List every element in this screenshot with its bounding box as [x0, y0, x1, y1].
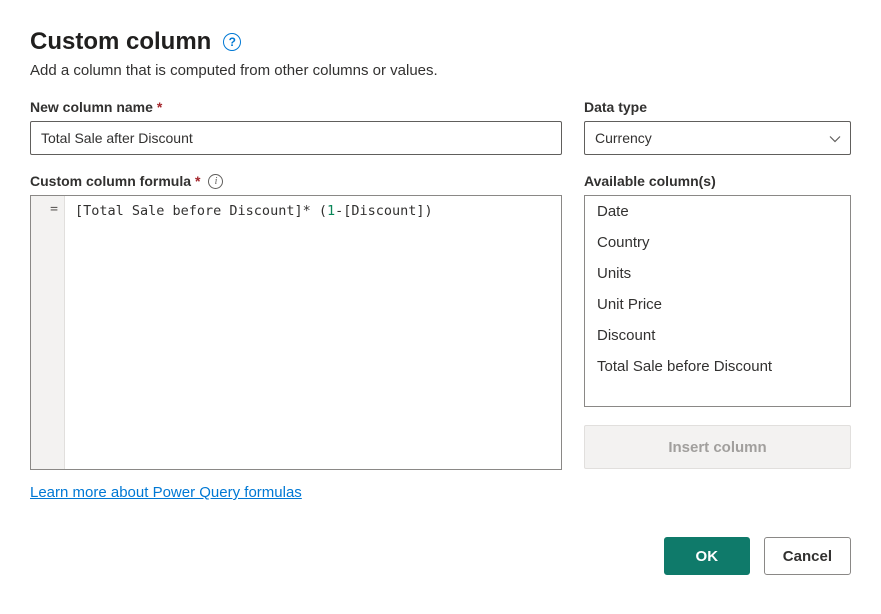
formula-text[interactable]: [Total Sale before Discount]* (1-[Discou…	[65, 196, 561, 469]
column-name-input[interactable]	[30, 121, 562, 155]
available-columns-list[interactable]: Date Country Units Unit Price Discount T…	[584, 195, 851, 407]
learn-more-link[interactable]: Learn more about Power Query formulas	[30, 484, 302, 501]
list-item[interactable]: Units	[585, 258, 850, 289]
list-item[interactable]: Discount	[585, 320, 850, 351]
required-asterisk: *	[195, 173, 200, 189]
list-item[interactable]: Total Sale before Discount	[585, 351, 850, 382]
column-name-label: New column name *	[30, 99, 562, 115]
list-item[interactable]: Date	[585, 196, 850, 227]
required-asterisk: *	[157, 99, 162, 115]
data-type-label: Data type	[584, 99, 851, 115]
formula-gutter: =	[31, 196, 65, 469]
info-icon[interactable]: i	[208, 174, 223, 189]
available-columns-label: Available column(s)	[584, 173, 851, 189]
formula-label: Custom column formula *	[30, 173, 200, 189]
dialog-subtitle: Add a column that is computed from other…	[30, 62, 851, 79]
help-icon[interactable]: ?	[223, 33, 241, 51]
data-type-select[interactable]: Currency	[584, 121, 851, 155]
formula-editor[interactable]: = [Total Sale before Discount]* (1-[Disc…	[30, 195, 562, 470]
ok-button[interactable]: OK	[664, 537, 750, 575]
dialog-title: Custom column	[30, 28, 211, 56]
list-item[interactable]: Country	[585, 227, 850, 258]
list-item[interactable]: Unit Price	[585, 289, 850, 320]
cancel-button[interactable]: Cancel	[764, 537, 851, 575]
insert-column-button: Insert column	[584, 425, 851, 469]
